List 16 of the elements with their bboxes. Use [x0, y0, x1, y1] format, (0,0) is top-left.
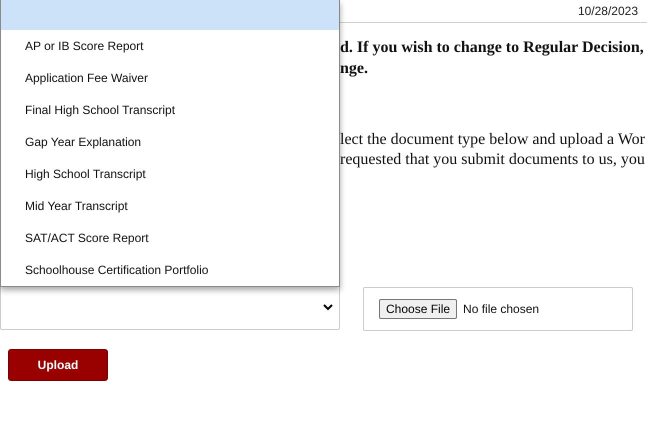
- notice-text: d. If you wish to change to Regular Decision,: [340, 38, 644, 58]
- notice-text: nge.: [340, 59, 368, 79]
- instruction-text: lect the document type below and upload a Wor: [340, 130, 645, 150]
- dropdown-option[interactable]: High School Transcript: [1, 158, 339, 190]
- dropdown-option[interactable]: Application Fee Waiver: [1, 62, 339, 94]
- dropdown-option[interactable]: Mid Year Transcript: [1, 190, 339, 222]
- date-text: 10/28/2023: [578, 4, 638, 20]
- upload-button[interactable]: Upload: [8, 349, 108, 381]
- dropdown-option[interactable]: Final High School Transcript: [1, 94, 339, 126]
- dropdown-option[interactable]: SAT/ACT Score Report: [1, 222, 339, 254]
- dropdown-option[interactable]: AP or IB Score Report: [1, 30, 339, 62]
- dropdown-option[interactable]: Gap Year Explanation: [1, 126, 339, 158]
- dropdown-option[interactable]: Schoolhouse Certification Portfolio: [1, 254, 339, 286]
- chevron-down-icon: [323, 304, 333, 311]
- instruction-text: requested that you submit documents to us, you: [340, 150, 645, 170]
- file-input[interactable]: Choose File No file chosen: [363, 287, 633, 331]
